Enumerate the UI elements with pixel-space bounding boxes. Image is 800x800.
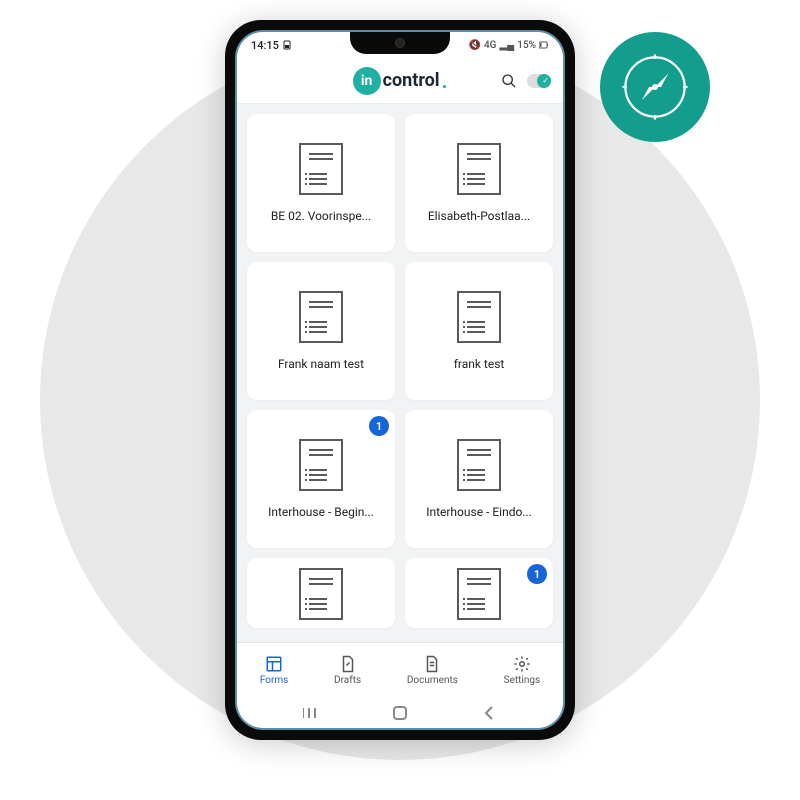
form-card[interactable]: 1 — [405, 558, 553, 628]
count-badge: 1 — [369, 416, 389, 436]
battery-level: 15% — [517, 40, 536, 51]
form-card[interactable]: Elisabeth-Postlaa... — [405, 114, 553, 252]
form-card[interactable] — [247, 558, 395, 628]
form-card[interactable]: 1 Interhouse - Begin... — [247, 410, 395, 548]
network-label: 4G — [484, 40, 497, 51]
document-icon — [457, 291, 501, 343]
count-badge: 1 — [527, 564, 547, 584]
nav-settings[interactable]: Settings — [504, 655, 541, 686]
form-label: Interhouse - Begin... — [268, 505, 374, 519]
nav-documents[interactable]: Documents — [407, 655, 458, 686]
document-icon — [457, 143, 501, 195]
forms-grid[interactable]: BE 02. Voorinspe... Elisabeth-Postlaa...… — [237, 104, 563, 642]
nav-forms[interactable]: Forms — [260, 655, 288, 686]
form-card[interactable]: frank test — [405, 262, 553, 400]
form-card[interactable]: BE 02. Voorinspe... — [247, 114, 395, 252]
document-icon — [299, 143, 343, 195]
logo-badge: in — [353, 67, 381, 95]
nav-label: Drafts — [334, 675, 361, 686]
document-icon — [457, 568, 501, 620]
status-time: 14:15 — [251, 39, 279, 52]
signal-icon: ▂▄ — [499, 40, 514, 51]
nav-drafts[interactable]: Drafts — [334, 655, 361, 686]
form-label: Frank naam test — [278, 357, 364, 371]
app-logo: in control . — [353, 67, 448, 95]
phone-screen-border: 14:15 🔇 4G ▂▄ 15% in control . — [235, 30, 565, 730]
drafts-icon — [339, 655, 357, 673]
form-label: Elisabeth-Postlaa... — [428, 209, 530, 223]
search-icon[interactable] — [501, 73, 517, 89]
check-icon: ✓ — [542, 76, 549, 85]
forms-icon — [265, 655, 283, 673]
document-icon — [299, 568, 343, 620]
form-label: Interhouse - Eindo... — [426, 505, 532, 519]
back-button[interactable] — [480, 704, 498, 722]
sync-toggle[interactable]: ✓ — [527, 74, 551, 88]
documents-icon — [423, 655, 441, 673]
form-card[interactable]: Frank naam test — [247, 262, 395, 400]
document-icon — [299, 291, 343, 343]
logo-dot: . — [442, 69, 448, 93]
home-button[interactable] — [391, 704, 409, 722]
nav-label: Settings — [504, 675, 541, 686]
compass-badge — [600, 32, 710, 142]
form-card[interactable]: Interhouse - Eindo... — [405, 410, 553, 548]
battery-icon — [539, 40, 549, 50]
app-header: in control . ✓ — [237, 58, 563, 104]
nav-label: Documents — [407, 675, 458, 686]
mute-icon: 🔇 — [469, 40, 481, 51]
document-icon — [299, 439, 343, 491]
compass-icon — [618, 50, 692, 124]
bottom-nav: Forms Drafts Documents Settings — [237, 642, 563, 698]
battery-small-icon — [283, 40, 291, 50]
recents-button[interactable] — [302, 704, 320, 722]
form-label: frank test — [454, 357, 505, 371]
logo-text: control — [383, 70, 440, 91]
form-label: BE 02. Voorinspe... — [271, 209, 371, 223]
app-screen: 14:15 🔇 4G ▂▄ 15% in control . — [237, 32, 563, 728]
phone-frame: 14:15 🔇 4G ▂▄ 15% in control . — [225, 20, 575, 740]
document-icon — [457, 439, 501, 491]
settings-icon — [513, 655, 531, 673]
nav-label: Forms — [260, 675, 288, 686]
phone-notch — [350, 32, 450, 54]
android-nav-bar — [237, 698, 563, 728]
